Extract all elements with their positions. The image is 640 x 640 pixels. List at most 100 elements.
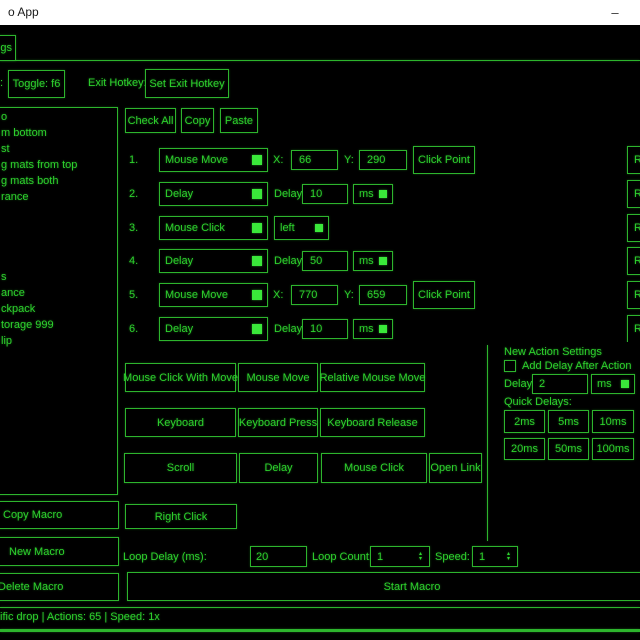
toggle-hotkey-button[interactable]: Toggle: f6: [8, 70, 65, 98]
set-exit-hotkey-button-label: Set Exit Hotkey: [149, 78, 224, 90]
mouse-button-dropdown[interactable]: left: [274, 216, 329, 240]
dropdown-square-icon: [621, 380, 629, 388]
delay-value: 50: [310, 255, 322, 267]
check-all-button[interactable]: Check All: [125, 108, 176, 133]
delay-unit-value: ms: [359, 255, 374, 267]
action-row: 2. Delay Delay 10 ms R: [0, 180, 640, 208]
remove-row-button[interactable]: R: [627, 146, 640, 174]
x-input[interactable]: 66: [291, 150, 338, 170]
stepper-arrows-icon[interactable]: ▴▾: [507, 552, 510, 562]
dropdown-square-icon: [252, 223, 262, 233]
add-keyboard-press-button[interactable]: Keyboard Press: [238, 408, 318, 437]
y-input[interactable]: 659: [359, 285, 407, 305]
remove-row-button[interactable]: R: [627, 247, 640, 275]
add-mouse-move-button[interactable]: Mouse Move: [238, 363, 318, 392]
button-label: 50ms: [555, 443, 582, 455]
speed-label: Speed:: [435, 551, 470, 563]
paste-button[interactable]: Paste: [220, 108, 258, 133]
add-delay-button[interactable]: Delay: [239, 453, 318, 483]
button-label: Scroll: [167, 462, 195, 474]
stepper-arrows-icon[interactable]: ▴▾: [419, 552, 422, 562]
quick-delay-5ms-button[interactable]: 5ms: [548, 410, 589, 433]
y-label: Y:: [344, 289, 354, 301]
quick-delay-50ms-button[interactable]: 50ms: [548, 438, 589, 460]
delay-unit-dropdown[interactable]: ms: [353, 319, 393, 339]
dropdown-square-icon: [252, 155, 262, 165]
delay-unit-value: ms: [359, 188, 374, 200]
exit-hotkey-label: Exit Hotkey:: [88, 77, 147, 89]
tab-settings[interactable]: gs: [0, 35, 16, 61]
quick-delay-2ms-button[interactable]: 2ms: [504, 410, 545, 433]
macro-list-item[interactable]: m bottom: [0, 125, 117, 141]
loop-count-stepper[interactable]: 1 ▴▾: [370, 546, 430, 567]
start-macro-button[interactable]: Start Macro: [127, 572, 640, 601]
delay-unit-dropdown[interactable]: ms: [353, 251, 393, 271]
delete-macro-button[interactable]: Delete Macro: [0, 573, 119, 601]
macro-app-window: o App – gs : Toggle: f6 Exit Hotkey: Set…: [0, 0, 640, 640]
quick-delay-100ms-button[interactable]: 100ms: [592, 438, 634, 460]
new-action-delay-unit-value: ms: [597, 378, 612, 390]
button-label: Mouse Click With Move: [123, 372, 238, 384]
delay-input[interactable]: 50: [302, 251, 348, 271]
quick-delay-20ms-button[interactable]: 20ms: [504, 438, 545, 460]
new-action-delay-input[interactable]: 2: [532, 374, 588, 394]
add-delay-after-action-checkbox[interactable]: [504, 360, 516, 372]
quick-delay-10ms-button[interactable]: 10ms: [592, 410, 634, 433]
set-exit-hotkey-button[interactable]: Set Exit Hotkey: [145, 69, 229, 98]
copy-label: Copy: [185, 115, 211, 127]
button-label: Open Link: [430, 462, 480, 474]
row-number: 5.: [129, 281, 138, 309]
dropdown-square-icon: [315, 224, 323, 232]
delay-input[interactable]: 10: [302, 319, 348, 339]
remove-row-button[interactable]: R: [627, 214, 640, 242]
remove-row-button[interactable]: R: [627, 180, 640, 208]
action-type-dropdown[interactable]: Mouse Click: [159, 216, 268, 240]
action-type-dropdown[interactable]: Delay: [159, 182, 268, 206]
click-point-button[interactable]: Click Point: [413, 281, 475, 309]
add-relative-mouse-move-button[interactable]: Relative Mouse Move: [320, 363, 425, 392]
delay-unit-dropdown[interactable]: ms: [353, 184, 393, 204]
loop-delay-value: 20: [256, 551, 268, 563]
x-input[interactable]: 770: [291, 285, 338, 305]
add-open-link-button[interactable]: Open Link: [429, 453, 482, 483]
macro-list-item[interactable]: o: [0, 109, 117, 125]
x-value: 770: [299, 289, 317, 301]
row-number: 3.: [129, 214, 138, 242]
remove-row-button[interactable]: R: [627, 281, 640, 309]
delay-value: 10: [310, 323, 322, 335]
action-type-value: Delay: [165, 255, 193, 267]
row-number: 1.: [129, 146, 138, 174]
action-type-dropdown[interactable]: Mouse Move: [159, 148, 268, 172]
delay-input[interactable]: 10: [302, 184, 348, 204]
new-action-delay-unit-dropdown[interactable]: ms: [591, 374, 635, 394]
copy-macro-button[interactable]: Copy Macro: [0, 501, 119, 529]
action-row: 1. Mouse Move X: 66 Y: 290 Click Point R: [0, 146, 640, 174]
speed-stepper[interactable]: 1 ▴▾: [472, 546, 518, 567]
action-type-dropdown[interactable]: Mouse Move: [159, 283, 268, 307]
remove-label: R: [634, 188, 640, 200]
y-input[interactable]: 290: [359, 150, 407, 170]
toggle-hotkey-button-label: Toggle: f6: [13, 78, 61, 90]
remove-label: R: [634, 289, 640, 301]
action-type-dropdown[interactable]: Delay: [159, 317, 268, 341]
add-keyboard-button[interactable]: Keyboard: [125, 408, 236, 437]
add-mouse-click-button[interactable]: Mouse Click: [321, 453, 427, 483]
loop-delay-input[interactable]: 20: [250, 546, 307, 567]
new-macro-button[interactable]: New Macro: [0, 537, 119, 566]
action-type-dropdown[interactable]: Delay: [159, 249, 268, 273]
remove-row-button[interactable]: R: [627, 315, 640, 342]
copy-button[interactable]: Copy: [181, 108, 214, 133]
check-all-label: Check All: [128, 115, 174, 127]
delay-value: 10: [310, 188, 322, 200]
add-right-click-button[interactable]: Right Click: [125, 504, 237, 529]
add-keyboard-release-button[interactable]: Keyboard Release: [320, 408, 425, 437]
delay-unit-value: ms: [359, 323, 374, 335]
add-mouse-click-with-move-button[interactable]: Mouse Click With Move: [125, 363, 236, 392]
minimize-icon[interactable]: –: [598, 0, 632, 25]
dropdown-square-icon: [379, 257, 387, 265]
status-text: ific drop | Actions: 65 | Speed: 1x: [0, 611, 160, 623]
click-point-button[interactable]: Click Point: [413, 146, 475, 174]
add-scroll-button[interactable]: Scroll: [124, 453, 237, 483]
button-label: Keyboard Release: [327, 417, 418, 429]
button-label: Mouse Move: [247, 372, 310, 384]
